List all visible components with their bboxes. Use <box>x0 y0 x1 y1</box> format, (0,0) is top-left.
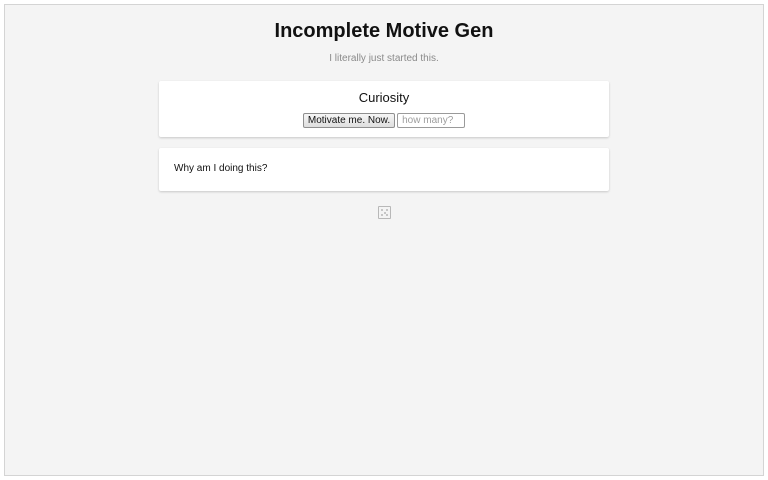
page-frame: Incomplete Motive Gen I literally just s… <box>4 4 764 476</box>
motivate-button[interactable]: Motivate me. Now. <box>302 113 396 128</box>
dice-pip <box>381 214 383 216</box>
dice-pip <box>381 209 383 211</box>
generator-card: Curiosity Motivate me. Now. <box>159 81 609 137</box>
dice-pip <box>383 211 386 214</box>
page-title: Incomplete Motive Gen <box>274 20 494 42</box>
generator-controls: Motivate me. Now. <box>159 113 609 128</box>
count-input[interactable] <box>397 113 466 128</box>
dice-pip <box>386 214 388 216</box>
output-card: Why am I doing this? <box>159 148 609 191</box>
motive-category: Curiosity <box>358 90 410 105</box>
dice-pip <box>386 209 388 211</box>
motivation-output: Why am I doing this? <box>174 163 268 174</box>
page-subtitle: I literally just started this. <box>329 53 439 64</box>
dice-icon[interactable] <box>378 206 391 219</box>
